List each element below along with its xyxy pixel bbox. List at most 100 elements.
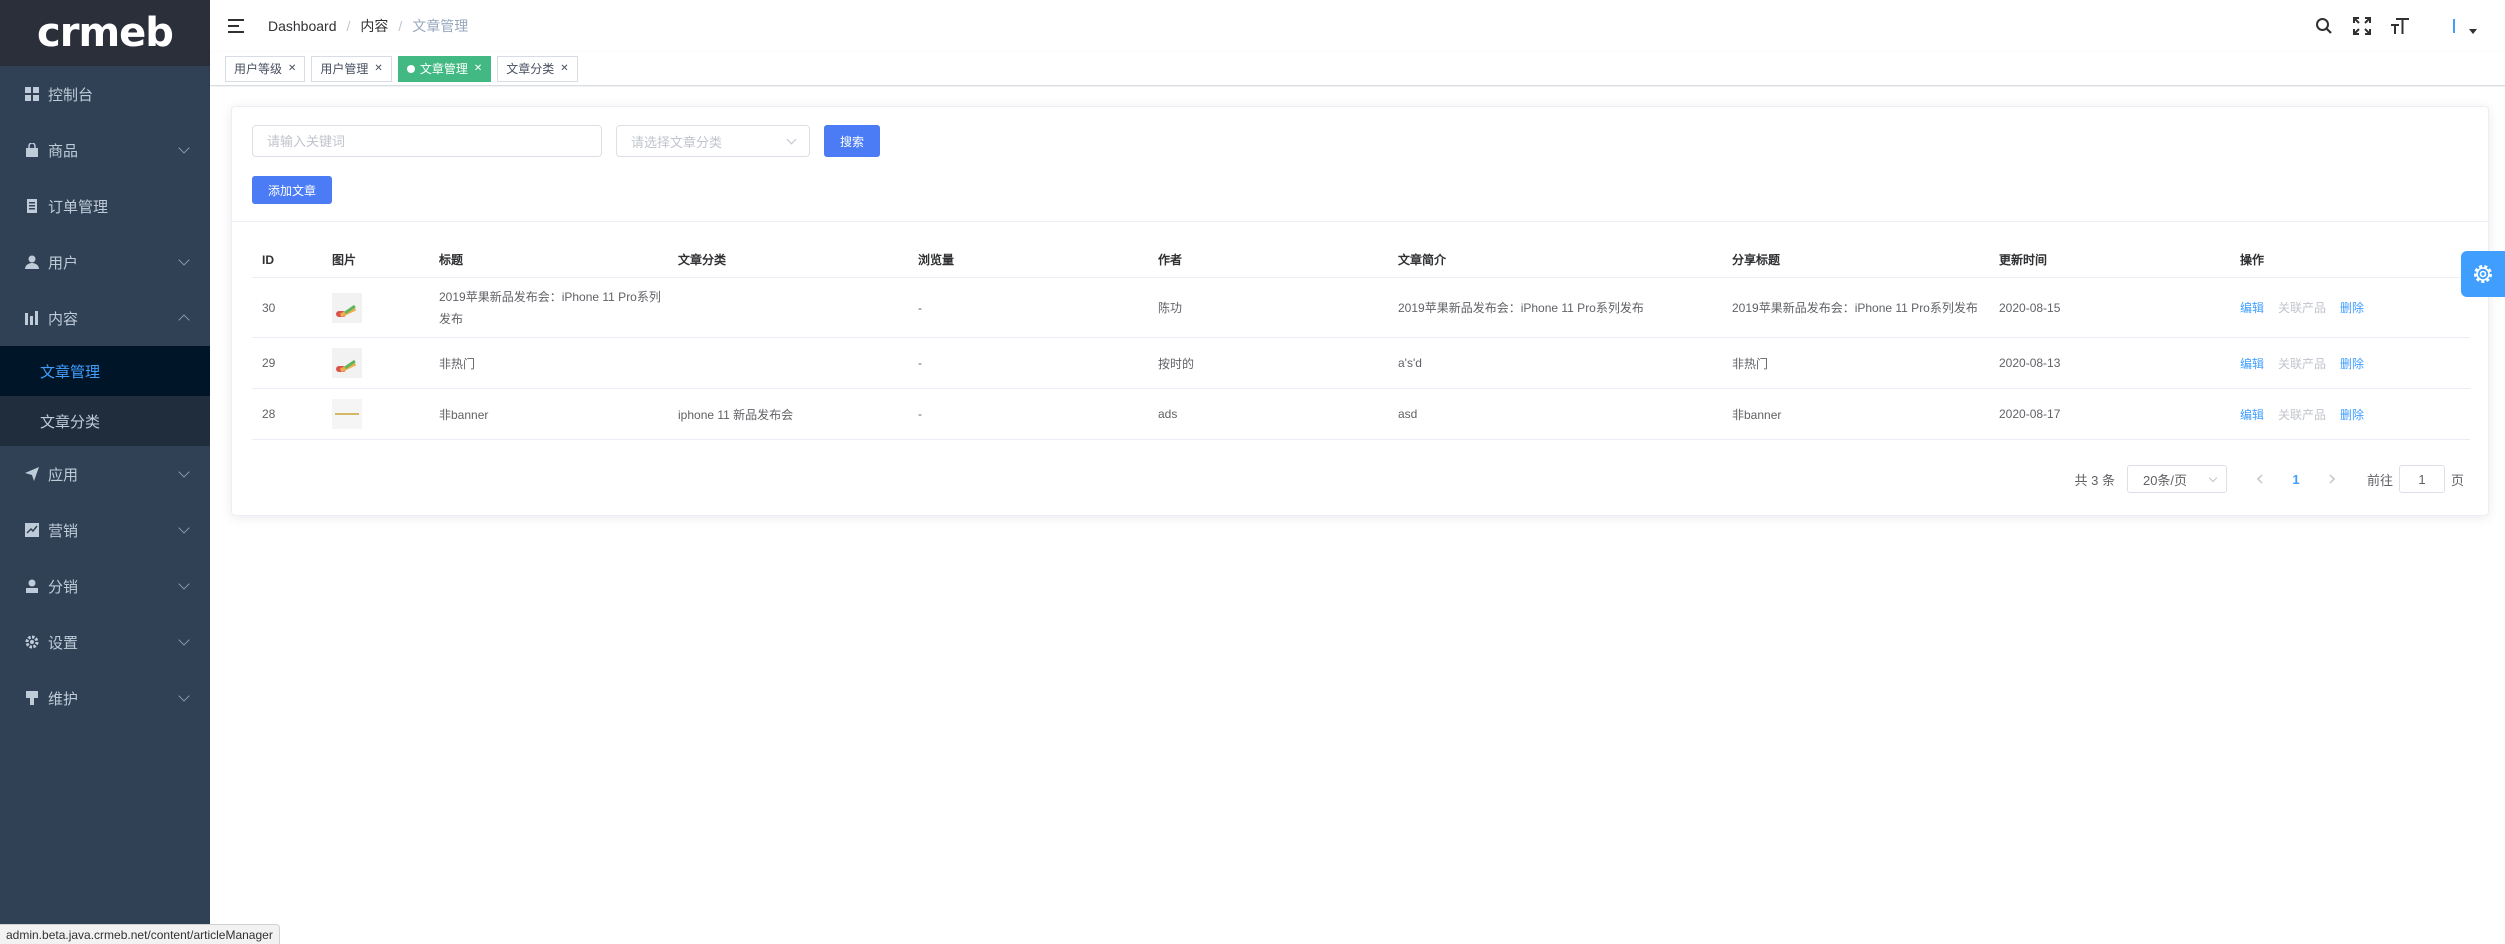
link-product-button: 关联产品 [2278,301,2327,315]
close-icon[interactable]: ✕ [474,63,482,74]
sidebar-item-orders[interactable]: 订单管理 [0,178,210,234]
page-jumper-input[interactable] [2398,465,2445,493]
cell-id: 29 [262,356,276,370]
tag-article-category[interactable]: 文章分类 ✕ [497,55,578,82]
prev-page-button[interactable] [2245,465,2275,493]
breadcrumb-dashboard[interactable]: Dashboard [268,18,337,34]
close-icon[interactable]: ✕ [288,63,296,74]
sidebar-item-marketing[interactable]: 营销 [0,502,210,558]
column-header: 图片 [332,253,357,267]
tags-view: 用户等级 ✕ 用户管理 ✕ 文章管理 ✕ 文章分类 ✕ [210,52,2505,86]
cell-share-title: 2019苹果新品发布会：iPhone 11 Pro系列发布 [1732,301,1978,315]
sidebar-item-label: 维护 [48,690,79,708]
cell-title: 2019苹果新品发布会：iPhone 11 Pro系列发布 [439,289,661,326]
sidebar-item-users[interactable]: 用户 [0,234,210,290]
search-icon[interactable] [2313,15,2335,37]
close-icon[interactable]: ✕ [374,63,382,74]
link-product-button: 关联产品 [2278,356,2327,371]
breadcrumb-content[interactable]: 内容 [360,16,388,36]
browser-status-url: admin.beta.java.crmeb.net/content/articl… [0,924,280,944]
breadcrumb: Dashboard / 内容 / 文章管理 [268,16,468,36]
edit-button[interactable]: 编辑 [2240,355,2264,372]
column-header: 标题 [439,253,464,267]
edit-button[interactable]: 编辑 [2240,299,2264,316]
sidebar-item-products[interactable]: 商品 [0,122,210,178]
cell-title: 非热门 [439,356,476,371]
chevron-up-icon [178,314,190,326]
avatar[interactable] [2447,15,2477,37]
cell-updated: 2020-08-17 [1999,407,2061,421]
filter-bar: 请选择文章分类 搜索 添加文章 [232,107,2488,222]
theme-settings-button[interactable] [2461,251,2505,297]
maintenance-icon [24,690,40,706]
cell-intro: 2019苹果新品发布会：iPhone 11 Pro系列发布 [1398,301,1644,315]
shop-bag-icon [24,142,40,158]
sidebar-item-maintenance[interactable]: 维护 [0,670,210,726]
sidebar-submenu-content: 文章管理 文章分类 [0,346,210,446]
tag-article-manage[interactable]: 文章管理 ✕ [397,55,492,82]
cell-views: - [918,300,922,315]
pagination-total: 共 3 条 [2074,472,2115,488]
sidebar-subitem-article-category[interactable]: 文章分类 [0,396,210,446]
close-icon[interactable]: ✕ [560,63,568,74]
sidebar-subitem-article-manage[interactable]: 文章管理 [0,346,210,396]
chevron-down-icon [178,466,190,478]
sidebar-item-label: 分销 [48,578,79,596]
column-header: ID [262,252,274,267]
sidebar-item-label: 商品 [48,142,79,160]
cell-title: 非banner [439,407,489,422]
cell-category: iphone 11 新品发布会 [678,407,794,422]
page-size-select[interactable]: 20条/页 [2126,465,2227,493]
delete-button[interactable]: 删除 [2340,406,2364,423]
article-card: 请选择文章分类 搜索 添加文章 ID 图片 标题 文章分类 浏览量 作者 文章简… [231,106,2489,516]
chevron-down-icon [178,142,190,154]
sidebar-item-label: 内容 [48,310,79,328]
cell-image [322,292,429,323]
table-row: 29 非热门 - 按时的 a's'd 非热门 2020-08-13 编辑 关联产… [252,338,2470,389]
sidebar-item-content[interactable]: 内容 [0,290,210,346]
article-thumbnail[interactable] [332,292,362,323]
add-article-button[interactable]: 添加文章 [252,176,332,204]
tag-user-manage[interactable]: 用户管理 ✕ [311,55,392,82]
delete-button[interactable]: 删除 [2340,299,2364,316]
top-navbar: Dashboard / 内容 / 文章管理 [210,0,2505,52]
chart-icon [24,310,40,326]
sidebar-item-apps[interactable]: 应用 [0,446,210,502]
column-header: 文章简介 [1398,253,1447,267]
chevron-down-icon [2208,473,2218,483]
sidebar-item-distribution[interactable]: 分销 [0,558,210,614]
gear-icon [24,634,40,650]
sidebar-item-settings[interactable]: 设置 [0,614,210,670]
column-header: 文章分类 [678,253,727,267]
font-size-icon[interactable] [2389,15,2411,37]
cell-image [322,348,429,378]
tag-user-level[interactable]: 用户等级 ✕ [225,55,306,82]
hamburger-icon[interactable] [228,19,244,33]
tag-label: 用户管理 [320,62,369,76]
search-button[interactable]: 搜索 [824,125,880,157]
edit-button[interactable]: 编辑 [2240,406,2264,423]
cell-author: ads [1158,407,1178,421]
delete-button[interactable]: 删除 [2340,355,2364,372]
sidebar-item-label: 用户 [48,254,79,272]
cell-views: - [918,407,922,421]
breadcrumb-current: 文章管理 [412,18,469,34]
next-page-button[interactable] [2317,465,2347,493]
page-jumper-suffix: 页 [2450,472,2464,488]
page-size-value: 20条/页 [2142,472,2188,488]
column-header: 浏览量 [918,253,955,267]
fullscreen-icon[interactable] [2351,15,2373,37]
category-select[interactable]: 请选择文章分类 [616,125,810,157]
page-number-current[interactable]: 1 [2281,465,2311,493]
active-dot-icon [406,64,415,73]
keyword-input[interactable] [252,125,602,157]
article-thumbnail[interactable] [332,348,362,378]
sidebar-item-label: 控制台 [48,86,94,104]
order-icon [24,198,40,214]
sidebar-item-dashboard[interactable]: 控制台 [0,66,210,122]
category-select-placeholder: 请选择文章分类 [631,134,723,150]
article-thumbnail[interactable] [332,399,362,429]
tag-label: 文章分类 [506,62,555,76]
cell-actions: 编辑 关联产品 删除 [2230,299,2470,316]
page-jumper-prefix: 前往 [2366,472,2393,488]
